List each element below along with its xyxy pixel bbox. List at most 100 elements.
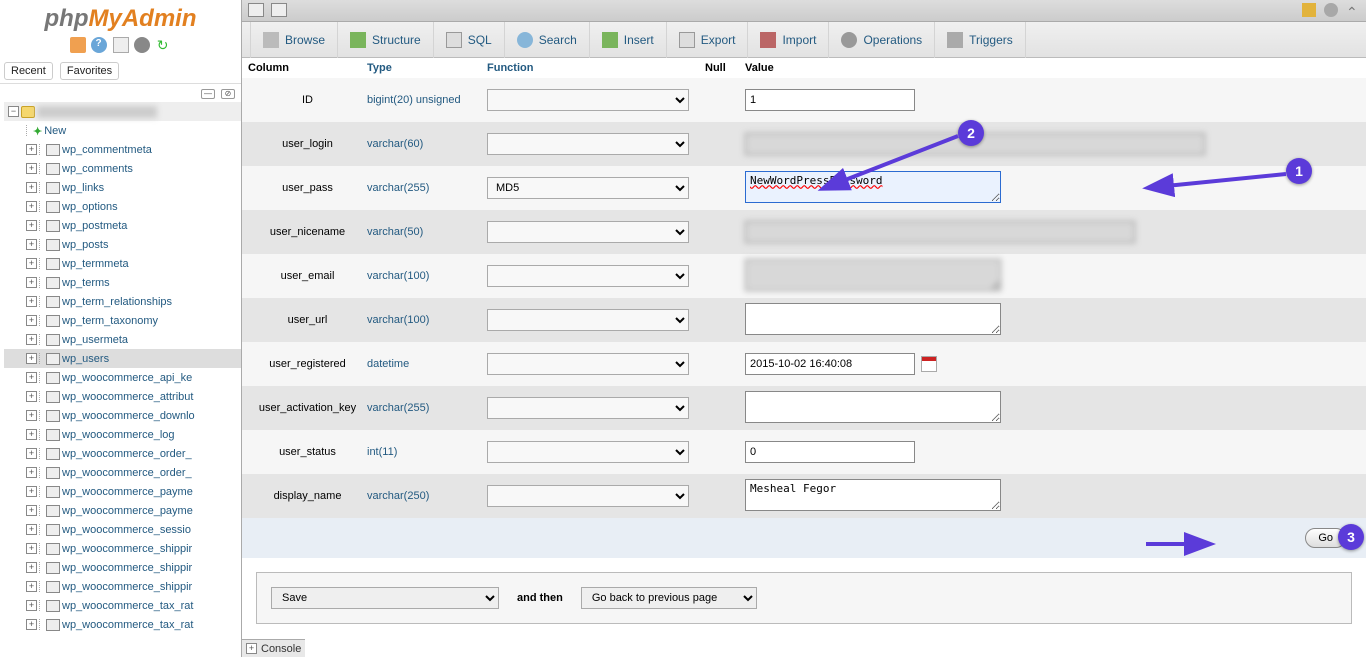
expand-icon[interactable]: + [26, 429, 37, 440]
table-node[interactable]: +wp_usermeta [4, 330, 241, 349]
save-select[interactable]: Save [271, 587, 499, 609]
table-node[interactable]: +wp_woocommerce_shippir [4, 577, 241, 596]
help-icon[interactable] [91, 37, 107, 53]
function-select[interactable] [487, 221, 689, 243]
expand-icon[interactable]: + [26, 467, 37, 478]
expand-icon[interactable]: + [26, 182, 37, 193]
expand-icon[interactable]: + [26, 448, 37, 459]
nav-window-icon[interactable] [271, 3, 287, 17]
table-node[interactable]: +wp_comments [4, 159, 241, 178]
table-node[interactable]: +wp_woocommerce_tax_rat [4, 596, 241, 615]
table-node[interactable]: +wp_woocommerce_downlo [4, 406, 241, 425]
link-icon[interactable]: ⊘ [221, 89, 235, 99]
table-node[interactable]: +wp_postmeta [4, 216, 241, 235]
table-node[interactable]: +wp_woocommerce_order_ [4, 444, 241, 463]
expand-icon[interactable]: + [26, 391, 37, 402]
table-node[interactable]: +wp_woocommerce_payme [4, 482, 241, 501]
tab-structure[interactable]: Structure [338, 22, 434, 58]
tab-browse[interactable]: Browse [250, 22, 338, 58]
console-expand-icon[interactable]: + [246, 643, 257, 654]
expand-icon[interactable]: + [26, 296, 37, 307]
expand-icon[interactable]: + [26, 201, 37, 212]
header-function[interactable]: Function [487, 62, 705, 74]
table-node[interactable]: +wp_woocommerce_shippir [4, 558, 241, 577]
table-node[interactable]: +wp_commentmeta [4, 140, 241, 159]
function-select[interactable] [487, 397, 689, 419]
nav-back-icon[interactable] [248, 3, 264, 17]
table-node[interactable]: +wp_posts [4, 235, 241, 254]
value-textarea[interactable]: Mesheal Fegor [745, 479, 1001, 511]
value-textarea[interactable] [745, 259, 1001, 291]
tab-operations[interactable]: Operations [829, 22, 935, 58]
expand-icon[interactable]: + [26, 144, 37, 155]
table-node[interactable]: +wp_woocommerce_tax_rat [4, 615, 241, 634]
docs-icon[interactable] [113, 37, 129, 53]
then-select[interactable]: Go back to previous page [581, 587, 757, 609]
table-node[interactable]: +wp_options [4, 197, 241, 216]
table-node[interactable]: +wp_woocommerce_payme [4, 501, 241, 520]
new-table-node[interactable]: ✦ New [4, 121, 241, 140]
collapse-all-icon[interactable]: — [201, 89, 215, 99]
table-node[interactable]: +wp_termmeta [4, 254, 241, 273]
tab-import[interactable]: Import [748, 22, 829, 58]
page-settings-icon[interactable] [1324, 3, 1338, 17]
function-select[interactable] [487, 89, 689, 111]
expand-icon[interactable]: + [26, 220, 37, 231]
expand-icon[interactable]: + [26, 334, 37, 345]
table-node[interactable]: +wp_woocommerce_sessio [4, 520, 241, 539]
expand-icon[interactable]: + [26, 581, 37, 592]
tab-sql[interactable]: SQL [434, 22, 505, 58]
calendar-icon[interactable] [921, 356, 937, 372]
value-date[interactable] [745, 353, 915, 375]
expand-icon[interactable]: + [26, 315, 37, 326]
value-input[interactable] [745, 221, 1135, 243]
expand-icon[interactable]: + [26, 277, 37, 288]
expand-icon[interactable]: + [26, 353, 37, 364]
table-node[interactable]: +wp_term_relationships [4, 292, 241, 311]
home-icon[interactable] [70, 37, 86, 53]
expand-icon[interactable]: + [26, 619, 37, 630]
expand-icon[interactable]: + [26, 543, 37, 554]
expand-icon[interactable]: + [26, 258, 37, 269]
table-node[interactable]: +wp_woocommerce_shippir [4, 539, 241, 558]
expand-icon[interactable]: + [26, 562, 37, 573]
lock-icon[interactable] [1302, 3, 1316, 17]
function-select[interactable] [487, 133, 689, 155]
expand-icon[interactable]: + [26, 163, 37, 174]
value-textarea[interactable] [745, 391, 1001, 423]
expand-icon[interactable]: + [26, 600, 37, 611]
tab-export[interactable]: Export [667, 22, 749, 58]
collapse-icon[interactable]: ⌃ [1346, 7, 1360, 21]
settings-icon[interactable] [134, 37, 150, 53]
function-select[interactable]: MD5 [487, 177, 689, 199]
expand-icon[interactable]: + [26, 505, 37, 516]
expand-icon[interactable]: + [26, 239, 37, 250]
function-select[interactable] [487, 441, 689, 463]
table-node[interactable]: +wp_term_taxonomy [4, 311, 241, 330]
value-textarea[interactable] [745, 303, 1001, 335]
expand-icon[interactable]: + [26, 524, 37, 535]
logo[interactable]: phpMyAdmin [0, 0, 241, 35]
function-select[interactable] [487, 309, 689, 331]
function-select[interactable] [487, 353, 689, 375]
db-root-node[interactable]: − [4, 102, 241, 121]
header-type[interactable]: Type [367, 62, 487, 74]
expand-icon[interactable]: + [26, 372, 37, 383]
table-node[interactable]: +wp_users [4, 349, 241, 368]
tab-triggers[interactable]: Triggers [935, 22, 1026, 58]
tab-search[interactable]: Search [505, 22, 590, 58]
table-node[interactable]: +wp_woocommerce_attribut [4, 387, 241, 406]
expand-icon[interactable]: + [26, 486, 37, 497]
console-bar[interactable]: + Console [242, 639, 305, 657]
recent-tab[interactable]: Recent [4, 62, 53, 80]
value-input[interactable] [745, 89, 915, 111]
table-node[interactable]: +wp_woocommerce_order_ [4, 463, 241, 482]
expand-icon[interactable]: + [26, 410, 37, 421]
function-select[interactable] [487, 485, 689, 507]
tab-insert[interactable]: Insert [590, 22, 667, 58]
value-input[interactable] [745, 441, 915, 463]
table-node[interactable]: +wp_links [4, 178, 241, 197]
table-node[interactable]: +wp_woocommerce_api_ke [4, 368, 241, 387]
refresh-icon[interactable]: ↻ [155, 37, 171, 53]
table-node[interactable]: +wp_woocommerce_log [4, 425, 241, 444]
